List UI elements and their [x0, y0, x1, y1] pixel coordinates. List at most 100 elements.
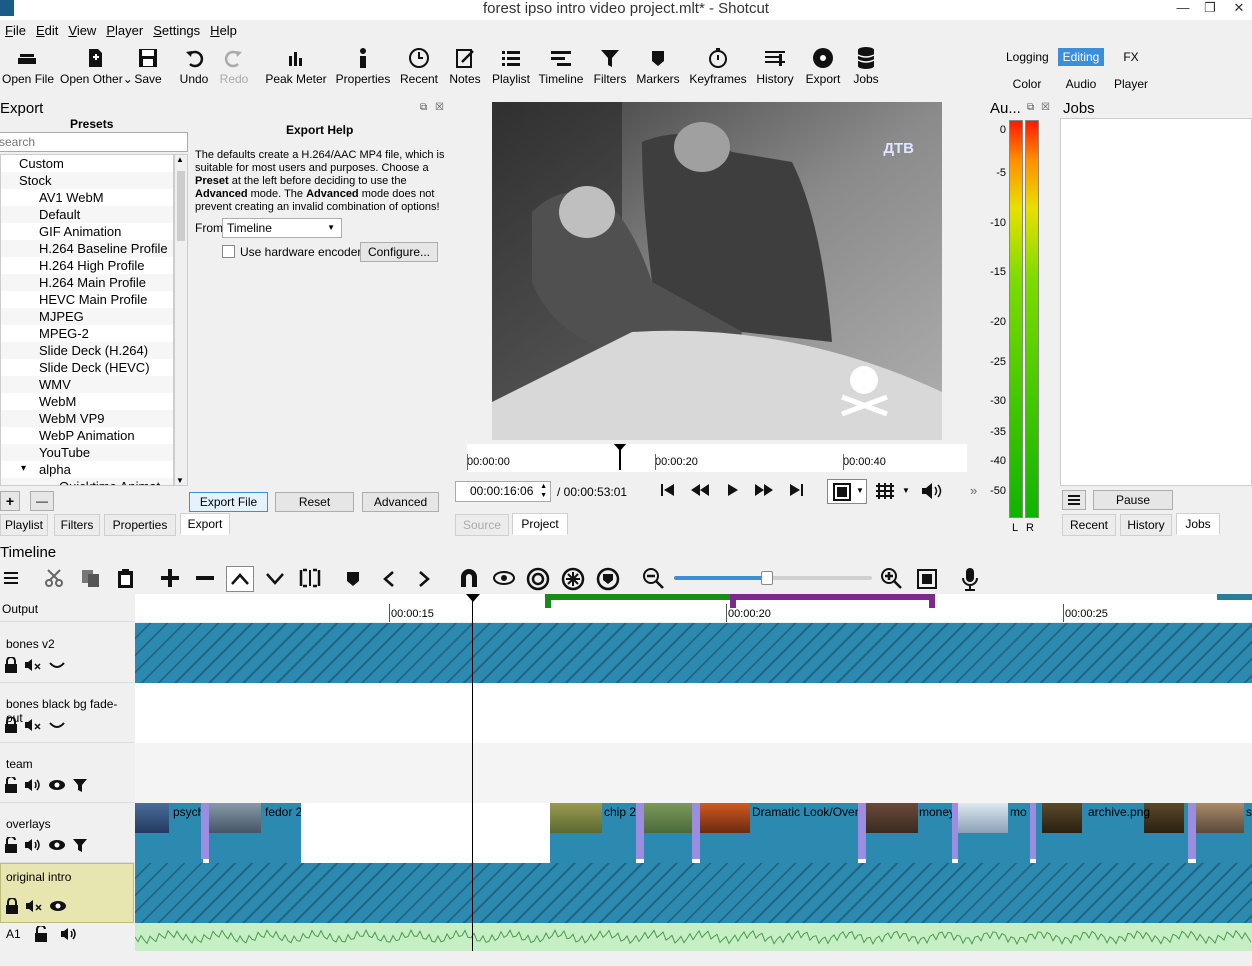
- rewind-icon[interactable]: [690, 482, 710, 498]
- markers-button[interactable]: Markers: [636, 44, 680, 94]
- clip-bones-v2[interactable]: [135, 623, 1252, 683]
- remove-preset-button[interactable]: —: [30, 491, 54, 511]
- filter-icon[interactable]: [72, 777, 88, 793]
- volume-icon[interactable]: [24, 777, 42, 793]
- tab-jobs[interactable]: Jobs: [1176, 513, 1220, 535]
- remove-icon[interactable]: [195, 568, 215, 588]
- preset-item[interactable]: MPEG-2: [1, 325, 173, 342]
- lock-icon[interactable]: [4, 657, 18, 673]
- playlist-button[interactable]: Playlist: [490, 44, 532, 94]
- advanced-button[interactable]: Advanced: [362, 492, 439, 512]
- panel-float-icon[interactable]: ⧉: [1027, 102, 1034, 113]
- jobs-button[interactable]: Jobs: [850, 44, 882, 94]
- preset-item[interactable]: GIF Animation: [1, 223, 173, 240]
- preset-item[interactable]: Stock: [1, 172, 173, 189]
- menu-file[interactable]: File: [0, 20, 31, 42]
- hide-icon[interactable]: [48, 717, 66, 733]
- tab-export[interactable]: Export: [180, 513, 230, 535]
- tab-source[interactable]: Source: [455, 514, 509, 536]
- video-preview[interactable]: ДТВ: [492, 102, 942, 440]
- next-marker-icon[interactable]: [416, 570, 432, 588]
- transition[interactable]: [201, 803, 209, 859]
- properties-button[interactable]: Properties: [334, 44, 392, 94]
- hide-icon[interactable]: [48, 657, 66, 673]
- overwrite-icon[interactable]: [265, 572, 285, 586]
- export-file-button[interactable]: Export File: [189, 492, 268, 512]
- menu-settings[interactable]: Settings: [148, 20, 205, 42]
- maximize-button[interactable]: ❐: [1195, 0, 1225, 18]
- preset-item[interactable]: alpha: [1, 461, 173, 478]
- filter-icon[interactable]: [72, 837, 88, 853]
- menu-edit[interactable]: Edit: [31, 20, 63, 42]
- eye-icon[interactable]: [48, 777, 66, 793]
- timeline-playhead[interactable]: [472, 595, 473, 951]
- open-file-button[interactable]: Open File: [2, 44, 54, 94]
- layout-player[interactable]: Player: [1110, 75, 1152, 93]
- layout-color[interactable]: Color: [1006, 75, 1048, 93]
- previous-marker-icon[interactable]: [381, 570, 397, 588]
- transition[interactable]: [636, 803, 644, 859]
- record-audio-icon[interactable]: [960, 567, 980, 591]
- track-header-bones-black-bg[interactable]: bones black bg fade-out: [0, 683, 134, 743]
- save-button[interactable]: Save: [132, 44, 164, 94]
- marker-range-purple[interactable]: [730, 594, 935, 600]
- tab-properties[interactable]: Properties: [104, 514, 176, 536]
- clip-original-intro[interactable]: [135, 863, 1252, 923]
- panel-close-icon[interactable]: ☒: [435, 102, 444, 113]
- zoom-in-icon[interactable]: [880, 567, 904, 591]
- clip-money[interactable]: money: [866, 803, 952, 863]
- chevron-down-icon[interactable]: ▼: [902, 486, 910, 495]
- player-scrub-bar[interactable]: 00:00:00 00:00:20 00:00:40: [467, 444, 967, 472]
- append-icon[interactable]: [160, 568, 180, 588]
- transition[interactable]: [858, 803, 866, 859]
- lock-icon[interactable]: [4, 717, 18, 733]
- transition[interactable]: [692, 803, 700, 859]
- preset-item[interactable]: H.264 High Profile: [1, 257, 173, 274]
- jobs-list[interactable]: [1060, 118, 1252, 486]
- tab-history[interactable]: History: [1120, 514, 1172, 536]
- skip-previous-icon[interactable]: [660, 482, 676, 498]
- add-preset-button[interactable]: +: [0, 491, 20, 511]
- configure-button[interactable]: Configure...: [360, 242, 438, 262]
- clip-dramatic-look[interactable]: Dramatic Look/Overly: [700, 803, 858, 863]
- timeline-button[interactable]: Timeline: [538, 44, 584, 94]
- preset-item[interactable]: YouTube: [1, 444, 173, 461]
- eye-icon[interactable]: [49, 898, 67, 914]
- jobs-menu-button[interactable]: [1062, 490, 1086, 510]
- hw-encoder-checkbox[interactable]: [222, 245, 235, 258]
- panel-float-icon[interactable]: ⧉: [420, 102, 427, 113]
- tab-recent[interactable]: Recent: [1062, 514, 1116, 536]
- pause-jobs-button[interactable]: Pause: [1093, 490, 1173, 510]
- volume-icon[interactable]: [60, 926, 78, 942]
- menu-player[interactable]: Player: [101, 20, 148, 42]
- clip-audio-a1[interactable]: [135, 923, 1252, 951]
- fast-forward-icon[interactable]: [754, 482, 774, 498]
- scrub-icon[interactable]: [492, 570, 516, 586]
- volume-icon[interactable]: [24, 837, 42, 853]
- layout-audio[interactable]: Audio: [1060, 75, 1102, 93]
- layout-fx[interactable]: FX: [1112, 48, 1150, 66]
- open-other-button[interactable]: Open Other⌄: [60, 44, 133, 94]
- timeline-tracks-area[interactable]: psych fedor 2. chip 2. Dramatic Look/Ove…: [135, 595, 1252, 951]
- track-header-bones-v2[interactable]: bones v2: [0, 623, 134, 683]
- marker-icon[interactable]: [344, 570, 362, 588]
- preset-item[interactable]: WMV: [1, 376, 173, 393]
- preset-item[interactable]: WebM VP9: [1, 410, 173, 427]
- zoom-out-icon[interactable]: [642, 567, 666, 591]
- history-button[interactable]: History: [754, 44, 796, 94]
- mute-icon[interactable]: [24, 717, 42, 733]
- tab-filters[interactable]: Filters: [54, 514, 100, 536]
- timeline-menu-icon[interactable]: [4, 571, 20, 585]
- marker-range-green[interactable]: [545, 594, 730, 600]
- peak-meter-button[interactable]: Peak Meter: [264, 44, 328, 94]
- eye-icon[interactable]: [48, 837, 66, 853]
- preset-item[interactable]: Slide Deck (H.264): [1, 342, 173, 359]
- unlock-icon[interactable]: [4, 777, 18, 793]
- presets-scrollbar[interactable]: ▲ ▼: [174, 154, 188, 486]
- mute-icon[interactable]: [24, 657, 42, 673]
- snap-icon[interactable]: [458, 567, 480, 589]
- preset-item[interactable]: Custom: [1, 155, 173, 172]
- paste-icon[interactable]: [115, 567, 137, 589]
- timeline-ruler[interactable]: 00:00:15 00:00:20 00:00:25: [135, 594, 1252, 622]
- reset-button[interactable]: Reset: [275, 492, 354, 512]
